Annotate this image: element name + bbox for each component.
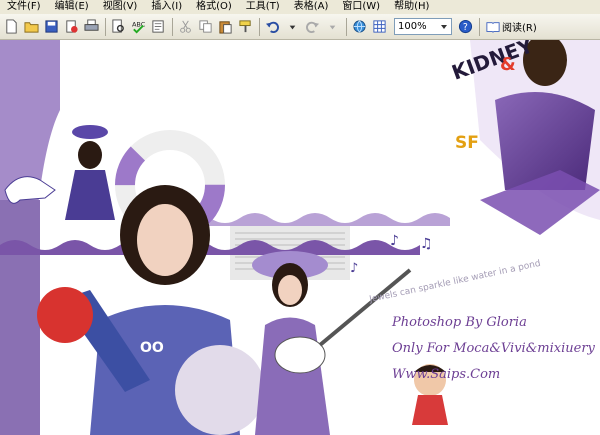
- standard-toolbar: ABC 100% ? 阅读(R): [0, 14, 600, 40]
- paste-icon: [219, 21, 232, 34]
- svg-text:ABC: ABC: [132, 21, 146, 29]
- figure-face: [137, 204, 193, 276]
- toolbar-separator: [172, 17, 173, 36]
- small-figure-head: [78, 141, 102, 169]
- spelling-icon: ABC: [132, 21, 146, 34]
- permission-icon: [66, 20, 78, 33]
- toolbar-separator: [479, 17, 480, 36]
- hyperlink-button[interactable]: [350, 17, 369, 36]
- read-label: 阅读(R): [502, 23, 537, 34]
- menu-help[interactable]: 帮助(H): [387, 0, 436, 14]
- paste-button[interactable]: [216, 17, 235, 36]
- zoom-value: 100%: [398, 21, 427, 32]
- tr-figure-body: [495, 92, 595, 190]
- menu-window[interactable]: 窗口(W): [335, 0, 387, 14]
- music-note-icon: ♫: [420, 236, 433, 252]
- menu-table[interactable]: 表格(A): [287, 0, 336, 14]
- music-note-icon: ♪: [350, 261, 358, 276]
- copy-icon: [199, 20, 212, 33]
- menu-file[interactable]: 文件(F): [0, 0, 48, 14]
- guitar: [274, 336, 326, 374]
- wavy-ribbon-upper: [180, 213, 450, 226]
- tables-borders-icon: [373, 20, 386, 33]
- research-icon: [152, 20, 164, 33]
- save-icon: [45, 20, 58, 33]
- artwork: OO KIDNEY & SF Jewels can sparkle like w…: [0, 40, 600, 435]
- credit-line-3: Www.Saips.Com: [392, 367, 501, 382]
- chevron-down-icon: [329, 25, 336, 30]
- toolbar-separator: [346, 17, 347, 36]
- menu-format[interactable]: 格式(O): [189, 0, 239, 14]
- menu-tools[interactable]: 工具(T): [239, 0, 287, 14]
- redo-button[interactable]: [303, 17, 322, 36]
- undo-dropdown[interactable]: [283, 17, 302, 36]
- credit-line-2: Only For Moca&Vivi&mixiuery: [392, 341, 595, 356]
- left-lower-background: [0, 200, 40, 435]
- print-preview-icon: [112, 19, 124, 33]
- permission-button[interactable]: [62, 17, 81, 36]
- redo-icon: [306, 21, 320, 33]
- undo-icon: [265, 21, 279, 33]
- read-icon: [486, 21, 500, 33]
- red-badge: [37, 287, 93, 343]
- format-painter-button[interactable]: [236, 17, 255, 36]
- svg-text:?: ?: [463, 22, 468, 33]
- menu-view[interactable]: 视图(V): [96, 0, 145, 14]
- hyperlink-icon: [353, 20, 366, 33]
- music-note-icon: ♪: [390, 233, 399, 249]
- document-canvas: OO KIDNEY & SF Jewels can sparkle like w…: [0, 40, 600, 435]
- print-icon: [84, 19, 99, 31]
- cut-button[interactable]: [176, 17, 195, 36]
- read-button[interactable]: 阅读(R): [483, 19, 540, 34]
- small-figure-hat: [72, 125, 108, 139]
- print-button[interactable]: [82, 17, 101, 36]
- help-button[interactable]: ?: [456, 17, 475, 36]
- new-document-button[interactable]: [2, 17, 21, 36]
- spelling-button[interactable]: ABC: [129, 17, 148, 36]
- credit-line-1: Photoshop By Gloria: [392, 315, 527, 330]
- word-ampersand: &: [500, 54, 516, 75]
- zoom-select[interactable]: 100%: [394, 18, 452, 35]
- copy-button[interactable]: [196, 17, 215, 36]
- shirt-text: OO: [140, 340, 164, 356]
- guitar-figure-body: [255, 317, 330, 435]
- doll-body: [412, 395, 448, 425]
- chevron-down-icon: [289, 25, 296, 30]
- undo-button[interactable]: [263, 17, 282, 36]
- toolbar-separator: [259, 17, 260, 36]
- flower: [175, 345, 265, 435]
- save-button[interactable]: [42, 17, 61, 36]
- cut-icon: [180, 20, 191, 33]
- open-icon: [24, 22, 39, 33]
- print-preview-button[interactable]: [109, 17, 128, 36]
- menu-insert[interactable]: 插入(I): [144, 0, 189, 14]
- format-painter-icon: [239, 20, 251, 33]
- tables-borders-button[interactable]: [370, 17, 389, 36]
- new-icon: [6, 19, 17, 34]
- chevron-down-icon: [441, 24, 447, 29]
- open-button[interactable]: [22, 17, 41, 36]
- word-sf: SF: [455, 133, 479, 153]
- guitar-figure-face: [278, 275, 302, 305]
- toolbar-separator: [105, 17, 106, 36]
- small-figure-body: [65, 170, 115, 220]
- wavy-ribbon: [0, 240, 420, 255]
- help-icon: ?: [458, 19, 473, 34]
- guitar-neck: [318, 268, 412, 347]
- redo-dropdown[interactable]: [323, 17, 342, 36]
- menu-edit[interactable]: 编辑(E): [48, 0, 96, 14]
- research-button[interactable]: [149, 17, 168, 36]
- menu-bar: 文件(F) 编辑(E) 视图(V) 插入(I) 格式(O) 工具(T) 表格(A…: [0, 0, 600, 14]
